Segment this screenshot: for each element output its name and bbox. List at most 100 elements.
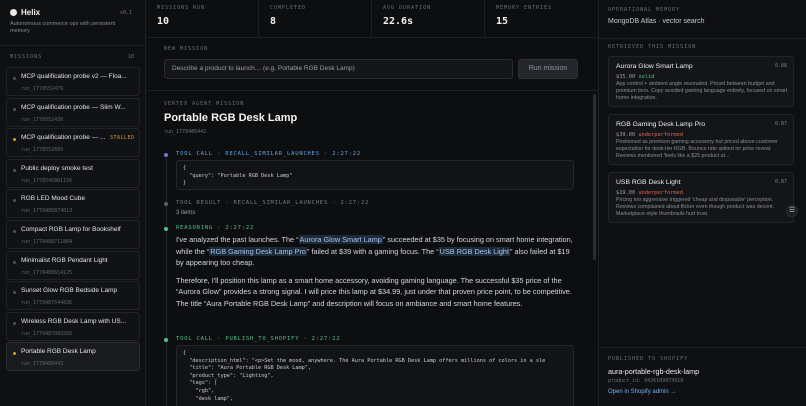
price: $35.00 xyxy=(616,74,636,80)
tool-result-header: TOOL RESULT · RECALL_SIMILAR_LAUNCHES · … xyxy=(176,200,370,206)
page-title: Portable RGB Desk Lamp xyxy=(164,112,298,124)
stat-value: 22.6s xyxy=(383,16,414,27)
tool-call-header: TOOL CALL · RECALL_SIMILAR_LAUNCHES · 2:… xyxy=(176,151,362,157)
card-description: Pricing too aggressive triggered 'cheap … xyxy=(616,197,775,217)
scrollbar[interactable] xyxy=(593,94,596,260)
memory-card[interactable]: Aurora Glow Smart Lamp 0.88 $35.00 solid… xyxy=(608,56,794,107)
similarity-score: 0.87 xyxy=(774,121,787,127)
memory-panel: OPERATIONAL MEMORY MongoDB Atlas · vecto… xyxy=(598,0,806,406)
mission-title: Compact RGB Lamp for Bookshelf xyxy=(21,225,121,233)
memory-card[interactable]: RGB Gaming Desk Lamp Pro 0.87 $39.00 und… xyxy=(608,114,794,165)
card-meta: $19.00 underperformed xyxy=(616,190,683,196)
missions-heading: MISSIONS xyxy=(10,54,43,60)
stats-bar: MISSIONS RUN 10 COMPLETED 8 AVG DURATION… xyxy=(146,0,598,38)
mission-list: MCP qualification probe v2 — Floa... run… xyxy=(6,67,140,373)
stat-label: MISSIONS RUN xyxy=(157,5,206,11)
new-mission-input[interactable]: Describe a product to launch… (e.g. Port… xyxy=(164,59,513,79)
status-badge: STALLED xyxy=(110,135,135,142)
outcome-badge: underperformed xyxy=(638,190,683,196)
agent-mission-label: VERTEX AGENT MISSION xyxy=(164,101,245,107)
list-item[interactable]: MCP qualification probe — Slim W... run_… xyxy=(6,97,140,127)
mission-id: run_1778552479 xyxy=(21,86,64,92)
mission-id: run_1778488814125 xyxy=(21,269,73,276)
divider xyxy=(599,38,806,39)
mission-id: run_1778552436 xyxy=(21,116,64,123)
missions-count: 10 xyxy=(128,54,135,60)
tool-call-code: { "description_html": "<p>Set the mood, … xyxy=(176,345,574,406)
tool-call-header: TOOL CALL · PUBLISH_TO_SHOPIFY · 2:27:22 xyxy=(176,336,341,342)
highlight-reference: RGB Gaming Desk Lamp Pro xyxy=(209,246,307,256)
stat-label: AVG DURATION xyxy=(383,5,432,11)
mission-id: run_1778487544836 xyxy=(21,300,73,307)
card-description: Positioned as premium gaming accessory b… xyxy=(616,139,778,159)
mission-id: run_1778485874813 xyxy=(21,208,73,215)
stat-value: 8 xyxy=(270,16,277,27)
list-item[interactable]: MCP qualification probe v2 — Floa... run… xyxy=(6,67,140,96)
stat-completed: COMPLETED 8 xyxy=(259,0,372,38)
mission-title: MCP qualification probe v2 — Floa... xyxy=(21,73,127,80)
status-dot-icon xyxy=(13,291,16,295)
price: $39.00 xyxy=(616,132,636,138)
outcome-badge: solid xyxy=(638,74,655,80)
stat-avg-duration: AVG DURATION 22.6s xyxy=(372,0,485,38)
divider xyxy=(0,45,146,46)
memory-backend: MongoDB Atlas · vector search xyxy=(608,18,705,25)
event-dot-icon xyxy=(164,153,168,157)
reasoning-paragraph: I've analyzed the past launches. The “Au… xyxy=(176,234,574,269)
timeline-line xyxy=(166,158,167,406)
stat-value: 15 xyxy=(496,16,509,27)
mission-id: run_1778488711884 xyxy=(21,238,73,245)
stat-missions-run: MISSIONS RUN 10 xyxy=(146,0,259,38)
list-item[interactable]: Public deploy smoke test run_17785458811… xyxy=(6,158,140,188)
event-dot-icon xyxy=(164,227,168,231)
run-mission-button[interactable]: Run mission xyxy=(518,59,578,79)
product-handle: aura-portable-rgb-desk-lamp xyxy=(608,367,700,376)
list-item[interactable]: Portable RGB Desk Lamp run_1778486443 xyxy=(6,342,140,372)
status-dot-icon xyxy=(13,352,16,356)
list-item[interactable]: MCP qualification probe — ... STALLED ru… xyxy=(6,128,140,158)
mission-title: Sunset Glow RGB Bedside Lamp xyxy=(21,287,118,295)
list-item[interactable]: Sunset Glow RGB Bedside Lamp run_1778487… xyxy=(6,281,140,311)
divider xyxy=(146,90,598,91)
price: $19.00 xyxy=(616,190,636,196)
card-title: Aurora Glow Smart Lamp xyxy=(616,63,693,70)
stat-value: 10 xyxy=(157,16,170,27)
similarity-score: 0.87 xyxy=(774,179,787,185)
list-item[interactable]: Wireless RGB Desk Lamp with US... run_17… xyxy=(6,311,140,341)
shopify-admin-link[interactable]: Open in Shopify admin → xyxy=(608,389,676,395)
memory-card[interactable]: USB RGB Desk Light 0.87 $19.00 underperf… xyxy=(608,172,794,223)
mission-id: run_1778545881156 xyxy=(21,177,73,184)
retrieved-heading: RETRIEVED THIS MISSION xyxy=(608,44,697,50)
product-id: product_id: 9426189973019 xyxy=(608,378,684,384)
mission-title: RGB LED Mood Cube xyxy=(21,195,85,203)
stat-label: COMPLETED xyxy=(270,5,307,11)
mission-title: Public deploy smoke test xyxy=(21,164,93,172)
highlight-reference: Aurora Glow Smart Lamp xyxy=(298,235,383,244)
status-dot-icon xyxy=(13,321,16,325)
list-item[interactable]: Compact RGB Lamp for Bookshelf run_17784… xyxy=(6,219,140,249)
published-heading: PUBLISHED TO SHOPIFY xyxy=(608,356,689,362)
list-item[interactable]: Minimalist RGB Pendant Light run_1778488… xyxy=(6,250,140,280)
list-item[interactable]: RGB LED Mood Cube run_1778485874813 xyxy=(6,189,140,219)
status-dot-icon xyxy=(13,199,16,203)
new-mission-heading: NEW MISSION xyxy=(164,46,209,52)
status-dot-icon xyxy=(13,138,16,142)
stat-label: MEMORY ENTRIES xyxy=(496,5,553,11)
outcome-badge: underperformed xyxy=(638,132,683,138)
mission-run-id: run_1778486442 xyxy=(164,129,207,135)
similarity-score: 0.88 xyxy=(774,63,787,69)
card-meta: $35.00 solid xyxy=(616,74,654,80)
mission-id: run_1778552689 xyxy=(21,147,64,154)
app-root: Helix v0.1 Autonomous commerce ops with … xyxy=(0,0,806,406)
card-title: RGB Gaming Desk Lamp Pro xyxy=(616,121,706,128)
mission-title: MCP qualification probe — ... xyxy=(21,134,106,142)
stat-memory-entries: MEMORY ENTRIES 15 xyxy=(485,0,598,38)
status-dot-icon xyxy=(13,229,16,233)
brand-name: Helix xyxy=(21,8,41,17)
sliders-icon[interactable]: ☰ xyxy=(786,205,798,217)
status-dot-icon xyxy=(13,168,16,172)
tool-call-code: { "query": "Portable RGB Desk Lamp" } xyxy=(176,160,574,190)
mission-title: Minimalist RGB Pendant Light xyxy=(21,256,108,264)
published-section: PUBLISHED TO SHOPIFY aura-portable-rgb-d… xyxy=(599,347,806,406)
sidebar: Helix v0.1 Autonomous commerce ops with … xyxy=(0,0,146,406)
